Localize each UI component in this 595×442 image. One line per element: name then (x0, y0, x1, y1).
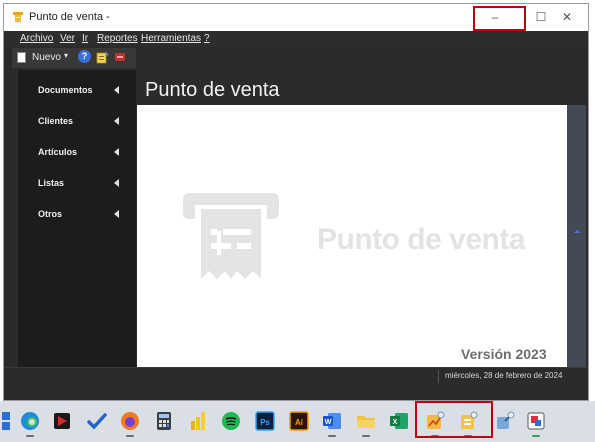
caret-left-icon (114, 179, 119, 187)
svg-text:X: X (393, 419, 398, 426)
caret-left-icon (114, 117, 119, 125)
todo-check-icon[interactable] (87, 411, 107, 431)
vertical-scrollbar[interactable] (567, 105, 586, 367)
close-icon: ✕ (561, 10, 573, 24)
photoshop-icon[interactable]: Ps (255, 411, 275, 431)
running-indicator (328, 435, 336, 437)
status-bar: miércoles, 28 de febrero de 2024 (4, 367, 588, 385)
exit-icon[interactable] (114, 51, 126, 63)
caret-left-icon (114, 210, 119, 218)
firefox-icon[interactable] (120, 411, 140, 431)
windows-start-icon[interactable] (0, 411, 12, 431)
sidebar-item-label: Clientes (38, 116, 74, 126)
remote-tool-icon[interactable] (495, 411, 515, 431)
new-document-icon[interactable] (17, 52, 26, 63)
sidebar-item-documentos[interactable]: Documentos (18, 81, 136, 103)
sidebar-item-label: Artículos (38, 147, 78, 157)
wizard-icon[interactable] (96, 50, 110, 64)
taskbar: Ps Ai W X (0, 401, 595, 442)
brand-watermark: Punto de venta (317, 223, 526, 256)
scroll-up-icon[interactable] (574, 230, 580, 233)
power-bi-icon[interactable] (188, 411, 208, 431)
svg-text:Ps: Ps (260, 418, 270, 427)
illustrator-icon[interactable]: Ai (289, 411, 309, 431)
caret-left-icon (114, 86, 119, 94)
snipping-tool-icon[interactable] (526, 411, 546, 431)
status-date: miércoles, 28 de febrero de 2024 (445, 371, 563, 380)
menu-reportes[interactable]: Reportes (97, 33, 138, 44)
toolbar: Nuevo ▾ ? (4, 47, 588, 69)
word-icon[interactable]: W (322, 411, 342, 431)
menu-herramientas[interactable]: Herramientas (141, 33, 201, 44)
sidebar-item-articulos[interactable]: Artículos (18, 143, 136, 165)
main-header: Punto de venta (137, 70, 588, 105)
running-indicator (26, 435, 34, 437)
svg-text:W: W (325, 419, 332, 426)
svg-text:Ai: Ai (295, 418, 303, 427)
calculator-icon[interactable] (154, 411, 174, 431)
menu-ver[interactable]: Ver (60, 33, 75, 44)
title-bar[interactable]: Punto de venta - – ☐ ✕ (4, 4, 588, 31)
menu-archivo[interactable]: Archivo (20, 33, 53, 44)
running-indicator (362, 435, 370, 437)
status-divider (438, 370, 439, 383)
help-icon[interactable]: ? (78, 50, 91, 63)
app-icon (13, 12, 23, 22)
close-button[interactable]: ✕ (544, 4, 590, 31)
media-player-icon[interactable] (52, 411, 72, 431)
sidebar: Documentos Clientes Artículos Listas Otr… (18, 70, 136, 368)
sidebar-item-clientes[interactable]: Clientes (18, 112, 136, 134)
page-title: Punto de venta (145, 79, 280, 101)
sidebar-item-label: Listas (38, 178, 65, 188)
new-button[interactable]: Nuevo (32, 52, 61, 63)
sidebar-item-label: Documentos (38, 85, 93, 95)
chevron-down-icon[interactable]: ▾ (64, 51, 68, 60)
menu-bar: Archivo Ver Ir Reportes Herramientas ? (4, 31, 588, 47)
active-indicator (532, 435, 540, 437)
file-explorer-icon[interactable] (356, 411, 376, 431)
window-title: Punto de venta - (29, 11, 110, 23)
sidebar-item-label: Otros (38, 209, 63, 219)
menu-ir[interactable]: Ir (82, 33, 88, 44)
sidebar-item-otros[interactable]: Otros (18, 205, 136, 227)
sidebar-item-listas[interactable]: Listas (18, 174, 136, 196)
edge-icon[interactable] (20, 411, 40, 431)
excel-icon[interactable]: X (389, 411, 409, 431)
spotify-icon[interactable] (221, 411, 241, 431)
taskbar-highlight-box (415, 401, 493, 438)
app-window: Punto de venta - – ☐ ✕ Archivo Ver Ir Re… (3, 3, 589, 401)
version-label: Versión 2023 (461, 346, 547, 362)
running-indicator (126, 435, 134, 437)
menu-help[interactable]: ? (204, 33, 210, 44)
receipt-icon (183, 193, 279, 279)
minimize-highlight-box (473, 6, 526, 31)
caret-left-icon (114, 148, 119, 156)
main-panel: Punto de venta Versión 2023 (137, 105, 567, 367)
